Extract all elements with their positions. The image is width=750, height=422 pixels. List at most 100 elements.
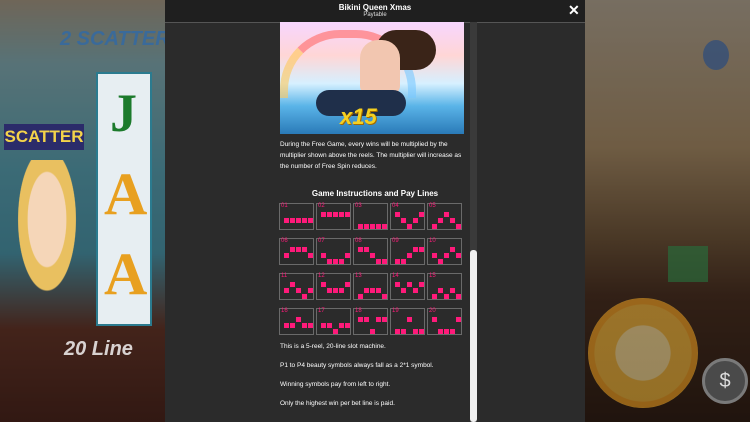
payline-20: 20	[427, 308, 462, 335]
payline-12: 12	[316, 273, 351, 300]
payline-number: 01	[281, 203, 288, 209]
payline-10: 10	[427, 238, 462, 265]
payline-number: 11	[281, 273, 288, 279]
payline-cell	[284, 253, 289, 258]
payline-cell	[450, 329, 455, 334]
payline-cell	[290, 247, 295, 252]
payline-17: 17	[316, 308, 351, 335]
payline-number: 19	[392, 308, 399, 314]
payline-16: 16	[279, 308, 314, 335]
payline-cell	[413, 247, 418, 252]
free-game-image: x15	[280, 22, 464, 134]
payline-cell	[358, 224, 363, 229]
payline-08: 08	[353, 238, 388, 265]
gift-icon	[668, 246, 708, 282]
payline-cell	[432, 294, 437, 299]
payline-cell	[296, 218, 301, 223]
payline-number: 18	[355, 308, 362, 314]
payline-cell	[308, 323, 313, 328]
payline-cell	[376, 224, 381, 229]
payline-cell	[407, 282, 412, 287]
info-line: This is a 5-reel, 20-line slot machine.	[280, 343, 386, 350]
payline-cell	[419, 282, 424, 287]
payline-cell	[290, 323, 295, 328]
payline-number: 06	[281, 238, 288, 244]
payline-cell	[339, 323, 344, 328]
payline-cell	[395, 212, 400, 217]
payline-18: 18	[353, 308, 388, 335]
payline-number: 17	[318, 308, 325, 314]
payline-19: 19	[390, 308, 425, 335]
payline-number: 10	[429, 238, 436, 244]
payline-cell	[432, 224, 437, 229]
payline-cell	[401, 218, 406, 223]
payline-cell	[419, 247, 424, 252]
payline-number: 05	[429, 203, 436, 209]
multiplier-text: x15	[340, 104, 377, 129]
info-line: P1 to P4 beauty symbols always fall as a…	[280, 362, 434, 369]
close-icon[interactable]: ✕	[568, 2, 580, 19]
payline-cell	[450, 218, 455, 223]
payline-cell	[370, 224, 375, 229]
payline-cell	[376, 288, 381, 293]
symbol-a: A	[104, 161, 148, 227]
game-title: Bikini Queen Xmas	[338, 3, 412, 12]
payline-14: 14	[390, 273, 425, 300]
rider-graphic	[360, 40, 400, 94]
payline-cell	[290, 218, 295, 223]
payline-cell	[345, 282, 350, 287]
payline-04: 04	[390, 203, 425, 230]
payline-cell	[395, 259, 400, 264]
payline-11: 11	[279, 273, 314, 300]
payline-cell	[358, 317, 363, 322]
coin-chip-icon[interactable]: $	[702, 358, 748, 404]
payline-cell	[364, 224, 369, 229]
payline-cell	[370, 253, 375, 258]
section-title: Game Instructions and Pay Lines	[311, 189, 439, 198]
payline-number: 08	[355, 238, 362, 244]
payline-cell	[358, 247, 363, 252]
payline-cell	[438, 329, 443, 334]
free-game-description: During the Free Game, every wins will be…	[280, 141, 462, 170]
paytable-content[interactable]: x15 During the Free Game, every wins wil…	[165, 22, 585, 422]
payline-cell	[407, 317, 412, 322]
payline-cell	[308, 218, 313, 223]
reel-column: J A A	[96, 72, 152, 326]
symbol-a: A	[104, 241, 148, 307]
payline-15: 15	[427, 273, 462, 300]
ornament-icon	[703, 40, 729, 70]
payline-cell	[450, 247, 455, 252]
payline-cell	[284, 323, 289, 328]
payline-cell	[302, 247, 307, 252]
payline-cell	[333, 212, 338, 217]
payline-cell	[438, 288, 443, 293]
payline-cell	[444, 294, 449, 299]
payline-cell	[364, 288, 369, 293]
payline-cell	[382, 317, 387, 322]
payline-cell	[456, 317, 461, 322]
payline-cell	[327, 212, 332, 217]
payline-grid: 01 02 03 04 05 06 07 08 09 10 11 12 13 14 15 16 17 18 19 20	[279, 203, 465, 343]
payline-number: 03	[355, 203, 362, 209]
payline-01: 01	[279, 203, 314, 230]
payline-cell	[296, 288, 301, 293]
payline-cell	[407, 224, 412, 229]
payline-number: 15	[429, 273, 436, 279]
payline-cell	[444, 212, 449, 217]
payline-number: 16	[281, 308, 288, 314]
payline-cell	[395, 329, 400, 334]
payline-cell	[401, 288, 406, 293]
payline-cell	[302, 323, 307, 328]
payline-cell	[407, 253, 412, 258]
payline-cell	[302, 294, 307, 299]
payline-cell	[419, 212, 424, 217]
payline-cell	[327, 323, 332, 328]
payline-cell	[370, 329, 375, 334]
scrollbar-thumb[interactable]	[470, 250, 477, 422]
payline-cell	[401, 329, 406, 334]
payline-cell	[395, 282, 400, 287]
payline-cell	[456, 253, 461, 258]
payline-cell	[413, 288, 418, 293]
scatter-symbol: SCATTER	[4, 124, 84, 150]
payline-cell	[382, 259, 387, 264]
